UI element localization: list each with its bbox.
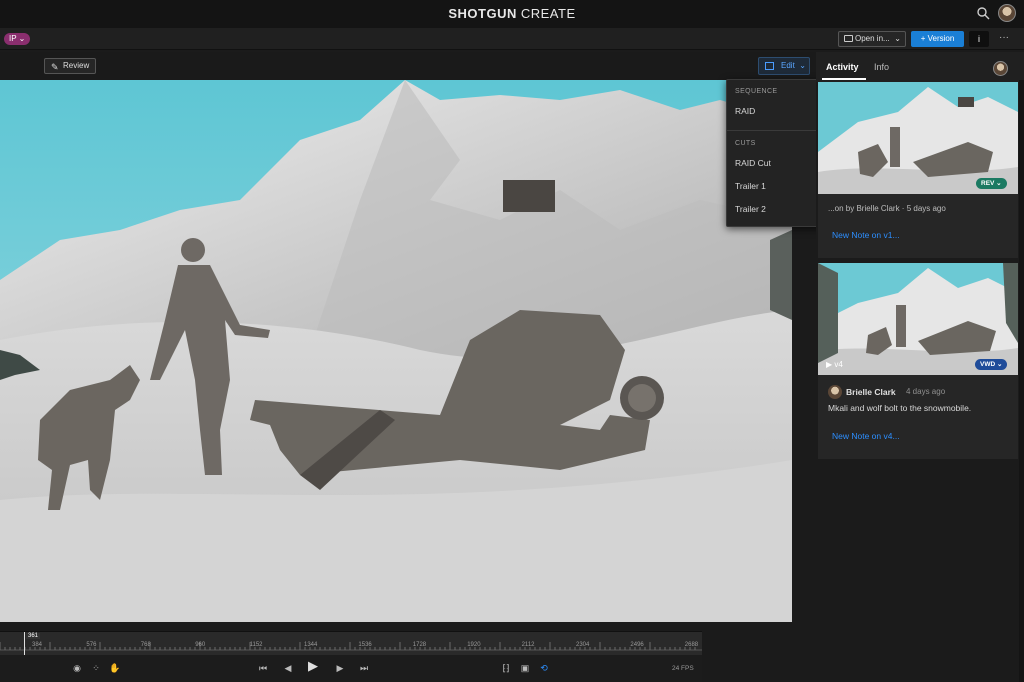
snow-scene-image	[0, 80, 792, 622]
timeline-tick-label: 1152	[249, 642, 263, 648]
open-in-button[interactable]: Open in... ⌄	[838, 31, 906, 47]
review-label: Review	[63, 61, 90, 70]
tab-info[interactable]: Info	[874, 62, 889, 72]
media-viewer[interactable]	[0, 80, 792, 622]
timeline-tick-label: 960	[195, 642, 206, 648]
step-forward-icon[interactable]: ▶	[333, 661, 347, 675]
timeline-tick-label: 2112	[521, 642, 535, 648]
wipe-icon[interactable]: ⁘	[89, 661, 103, 675]
review-button[interactable]: ✎ Review	[44, 58, 96, 74]
active-tab-indicator	[822, 78, 866, 80]
timeline-ruler	[0, 642, 702, 651]
activity-card: ▶ v4 VWD ⌄ Brielle Clark 4 days ago Mkal…	[818, 263, 1018, 459]
in-out-icon[interactable]: ⁅⁆	[499, 661, 513, 675]
edit-mode-icon	[765, 62, 774, 70]
playback-controls: ◉ ⁘ ✋ ⏮ ◀ ▶ ▶ ⏭ ⁅⁆ ▣ ⟲ 24 FPS	[0, 655, 702, 682]
edit-dropdown-button[interactable]: Edit ⌄	[758, 57, 810, 75]
timeline-tick-label: 1920	[467, 642, 481, 648]
skip-end-icon[interactable]: ⏭	[357, 661, 371, 675]
playhead[interactable]	[24, 632, 25, 656]
hand-icon[interactable]: ✋	[108, 661, 122, 675]
app-window: SHOTGUN CREATE IP ⌄ Open in... ⌄ + Versio…	[0, 0, 1024, 682]
activity-panel: Activity Info REV ⌄ ...on by Brielle Cla…	[816, 52, 1024, 682]
search-icon[interactable]	[976, 6, 990, 20]
skip-start-icon[interactable]: ⏮	[256, 661, 270, 675]
panel-scrollbar[interactable]	[1019, 80, 1024, 682]
timeline-tick-label: 2688	[684, 642, 699, 648]
title-bar: SHOTGUN CREATE	[0, 0, 1024, 28]
status-tag-rev[interactable]: REV ⌄	[976, 178, 1007, 189]
app-title-bold: SHOTGUN	[448, 6, 517, 21]
dropdown-item-raid-cut[interactable]: RAID Cut	[735, 158, 771, 168]
timeline-tick-label: 384	[32, 642, 43, 648]
note-author: Brielle Clark	[846, 387, 896, 397]
dropdown-item-trailer-2[interactable]: Trailer 2	[735, 204, 766, 214]
timeline[interactable]: 361 384 576 768 960 1152 1344 1536 1728 1920 2112…	[0, 631, 702, 656]
timeline-tick-label: 2496	[630, 642, 644, 648]
version-thumbnail[interactable]: ▶ v4 VWD ⌄	[818, 263, 1018, 375]
play-button[interactable]: ▶	[306, 659, 320, 673]
new-note-link-v1[interactable]: New Note on v1...	[832, 230, 900, 240]
add-version-button[interactable]: + Version	[911, 31, 964, 47]
main-toolbar: IP ⌄ Open in... ⌄ + Version i ···	[0, 28, 1024, 50]
timeline-tick-label: 1536	[358, 642, 372, 648]
dropdown-item-trailer-1[interactable]: Trailer 1	[735, 181, 766, 191]
open-in-label: Open in...	[855, 34, 890, 43]
audio-icon[interactable]: ▣	[518, 661, 532, 675]
chevron-down-icon: ⌄	[894, 34, 901, 43]
card-caption: ...on by Brielle Clark · 5 days ago	[828, 204, 946, 213]
note-timestamp: 4 days ago	[906, 387, 946, 396]
fps-label: 24 FPS	[672, 665, 694, 672]
activity-card: REV ⌄ ...on by Brielle Clark · 5 days ag…	[818, 82, 1018, 258]
timeline-tick-label: 1344	[304, 642, 318, 648]
timeline-tick-label: 1728	[412, 642, 427, 648]
step-back-icon[interactable]: ◀	[281, 661, 295, 675]
chevron-down-icon: ⌄	[799, 61, 806, 70]
edit-label: Edit	[781, 61, 795, 70]
new-note-link-v4[interactable]: New Note on v4...	[832, 431, 900, 441]
dropdown-item-raid[interactable]: RAID	[735, 106, 755, 116]
project-badge[interactable]: IP ⌄	[4, 33, 31, 45]
app-title: SHOTGUN CREATE	[0, 6, 1024, 21]
timeline-tick-label: 768	[140, 642, 151, 648]
panel-tabs: Activity Info	[816, 52, 1024, 82]
dropdown-section-sequence: SEQUENCE	[735, 88, 778, 95]
eye-icon[interactable]: ◉	[70, 661, 84, 675]
status-tag-vwd[interactable]: VWD ⌄	[975, 359, 1008, 370]
dropdown-section-cuts: CUTS	[735, 140, 756, 147]
author-avatar	[828, 385, 842, 399]
timeline-tick-label: 576	[86, 642, 97, 648]
version-label[interactable]: ▶ v4	[826, 360, 843, 369]
tab-activity[interactable]: Activity	[826, 62, 859, 72]
pencil-icon: ✎	[51, 62, 59, 72]
loop-icon[interactable]: ⟲	[537, 661, 551, 675]
viewer-toolbar: ✎ Review	[0, 52, 816, 80]
more-options-button[interactable]: ···	[996, 31, 1012, 47]
note-text: Mkali and wolf bolt to the snowmobile.	[828, 403, 972, 413]
current-frame: 361	[26, 633, 41, 639]
folder-icon	[844, 35, 853, 42]
version-thumbnail[interactable]: REV ⌄	[818, 82, 1018, 194]
app-title-rest: CREATE	[520, 6, 576, 21]
user-avatar[interactable]	[998, 4, 1016, 22]
info-button[interactable]: i	[969, 31, 989, 47]
timeline-tick-label: 2304	[576, 642, 590, 648]
panel-user-avatar[interactable]	[993, 61, 1008, 76]
